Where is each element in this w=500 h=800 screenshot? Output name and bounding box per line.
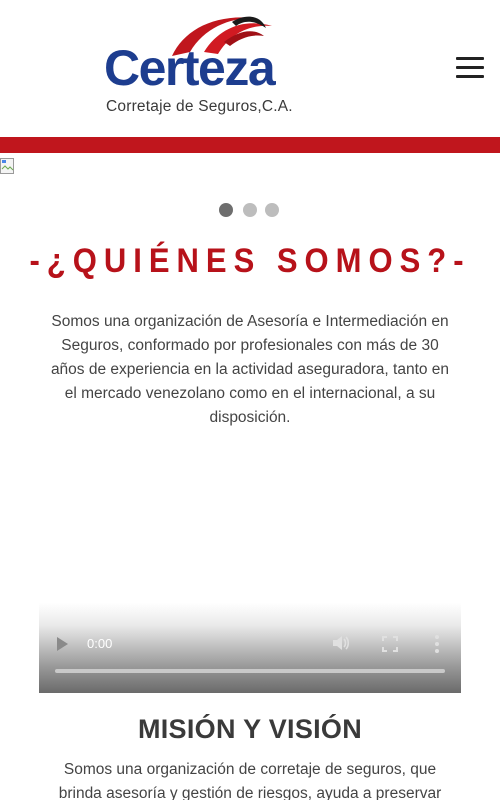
mission-vision-heading: MISIÓN Y VISIÓN — [137, 714, 363, 744]
video-progress-bar[interactable] — [55, 669, 445, 673]
video-time: 0:00 — [87, 636, 113, 651]
carousel-dot-3[interactable] — [265, 203, 279, 217]
about-paragraph: Somos una organización de Asesoría e Int… — [50, 313, 450, 426]
volume-icon[interactable] — [331, 634, 351, 652]
fullscreen-icon[interactable] — [382, 636, 398, 652]
menu-line — [456, 66, 484, 69]
logo-wordmark: Certeza — [104, 40, 276, 96]
hamburger-menu-icon[interactable] — [456, 57, 486, 79]
site-header: Certeza Corretaje de Seguros,C.A. — [0, 0, 500, 137]
menu-line — [456, 57, 484, 60]
play-icon[interactable] — [57, 637, 68, 651]
header-red-bar — [0, 137, 500, 153]
logo-tagline: Corretaje de Seguros,C.A. — [106, 98, 293, 115]
menu-line — [456, 75, 484, 78]
mission-vision-paragraph: Somos una organización de corretaje de s… — [58, 761, 442, 800]
about-heading: -¿QUIÉNES SOMOS?- — [29, 240, 471, 281]
more-options-icon[interactable] — [433, 634, 441, 654]
carousel-indicators — [219, 203, 283, 217]
broken-image-icon — [0, 158, 14, 174]
carousel-dot-2[interactable] — [243, 203, 257, 217]
carousel-dot-1[interactable] — [219, 203, 233, 217]
certeza-logo[interactable]: Certeza Corretaje de Seguros,C.A. — [104, 12, 314, 122]
video-player[interactable]: 0:00 — [39, 603, 461, 693]
